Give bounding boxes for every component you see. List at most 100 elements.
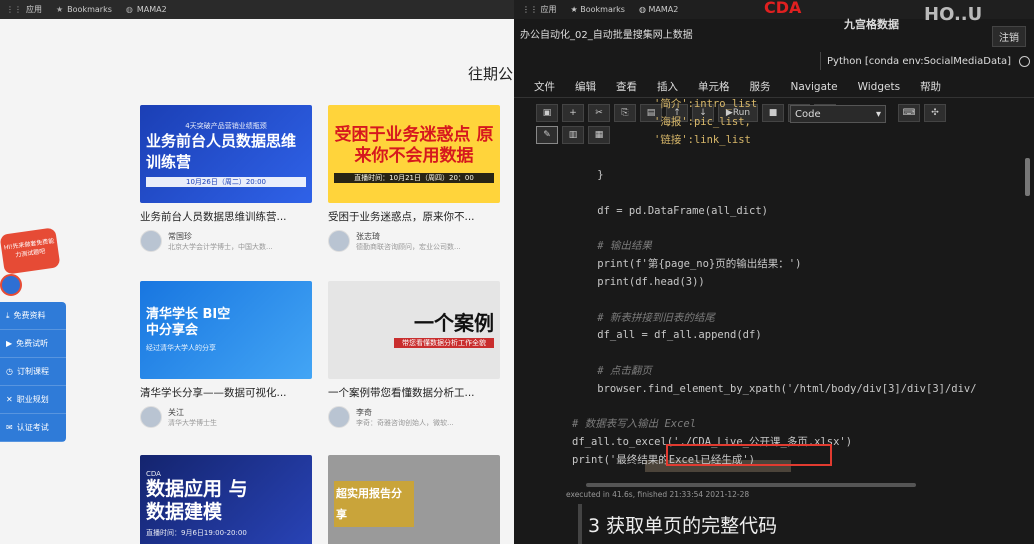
course-poster[interactable]: 清华学长 BI空中分享会 经过清华大学人的分享 bbox=[140, 281, 312, 379]
course-card[interactable]: CDA 数据应用 与数据建模 直播时间：9月6日19:00-20:00 bbox=[140, 455, 312, 544]
logout-button[interactable]: 注销 bbox=[992, 26, 1026, 47]
menu-file[interactable]: 文件 bbox=[534, 79, 555, 94]
author-name: 张志琦 bbox=[356, 231, 380, 241]
course-title[interactable]: 清华学长分享——数据可视化... bbox=[140, 385, 312, 400]
sidebar-label: 免费试听 bbox=[16, 339, 49, 348]
author-name: 常国珍 bbox=[168, 231, 192, 241]
code-line: browser.find_element_by_xpath('/html/bod… bbox=[572, 382, 977, 395]
cda-logo: CDA bbox=[764, 0, 802, 17]
code-line: print(df.head(3)) bbox=[572, 275, 705, 288]
avatar bbox=[328, 230, 350, 252]
star-icon: ★ bbox=[570, 5, 578, 14]
bookmark-label: 应用 bbox=[26, 5, 42, 14]
bookmark-label: Bookmarks bbox=[67, 5, 112, 14]
sidebar-item-free-trial[interactable]: ▶ 免费试听 bbox=[0, 330, 66, 358]
bookmark-label: MAMA2 bbox=[136, 5, 167, 14]
globe-icon: ◍ bbox=[125, 5, 133, 14]
course-poster[interactable]: 一个案例 带您看懂数据分析工作全貌 bbox=[328, 281, 500, 379]
edit-icon[interactable]: ✎ bbox=[536, 126, 558, 144]
float-sidebar: ⤓ 免费资料 ▶ 免费试听 ◷ 订制课程 ✕ 职业规划 ✉ 认证考试 bbox=[0, 302, 66, 442]
promo-icon[interactable] bbox=[0, 274, 22, 296]
sidebar-label: 认证考试 bbox=[16, 423, 49, 432]
menu-edit[interactable]: 编辑 bbox=[575, 79, 596, 94]
code-line: # 点击翻页 bbox=[572, 364, 652, 377]
bookmark-bookmarks[interactable]: ★ Bookmarks bbox=[56, 5, 112, 14]
save-icon[interactable]: ▣ bbox=[536, 104, 558, 122]
course-title[interactable]: 业务前台人员数据思维训练营... bbox=[140, 209, 312, 224]
kernel-status-icon bbox=[1019, 55, 1031, 67]
avatar bbox=[140, 230, 162, 252]
code-line: '链接':link_list bbox=[654, 133, 751, 146]
avatar bbox=[328, 406, 350, 428]
course-author: 张志琦 德勤商联咨询顾问，宏业公司数... bbox=[328, 230, 500, 252]
course-title[interactable]: 受困于业务迷惑点，原来你不... bbox=[328, 209, 500, 224]
author-name: 李奇 bbox=[356, 407, 372, 417]
menu-cell[interactable]: 单元格 bbox=[698, 79, 730, 94]
bookmark-mama2[interactable]: ◍ MAMA2 bbox=[639, 5, 678, 14]
execution-status: executed in 41.6s, finished 21:33:54 202… bbox=[566, 490, 750, 499]
course-card[interactable]: 清华学长 BI空中分享会 经过清华大学人的分享 清华学长分享——数据可视化...… bbox=[140, 281, 312, 428]
section-heading[interactable]: 3 获取单页的完整代码 bbox=[578, 504, 1018, 544]
bookmark-label: 应用 bbox=[540, 5, 557, 14]
sidebar-label: 职业规划 bbox=[16, 395, 49, 404]
menu-navigate[interactable]: Navigate bbox=[791, 81, 838, 93]
bookmark-bookmarks[interactable]: ★ Bookmarks bbox=[571, 5, 625, 14]
bookmarks-bar: ⋮⋮ 应用 ★ Bookmarks ◍ MAMA2 bbox=[0, 0, 514, 19]
test-promo-bubble[interactable]: HI!先来做套免费能力测试题吧 bbox=[0, 227, 61, 275]
chat-icon: ✉ bbox=[6, 423, 13, 432]
course-card[interactable]: 一个案例 带您看懂数据分析工作全貌 一个案例带您看懂数据分析工... 李奇 李奇：… bbox=[328, 281, 500, 428]
author-desc: 李奇：奇雅咨询创始人，微软... bbox=[356, 418, 454, 427]
code-line: } bbox=[572, 169, 604, 182]
horizontal-scrollbar[interactable] bbox=[586, 483, 916, 487]
poster-tagline: 4天突破产品营销业绩瓶颈 bbox=[185, 122, 267, 130]
course-card[interactable]: 4天突破产品营销业绩瓶颈 业务前台人员数据思维训练营 10月26日（周二）20:… bbox=[140, 105, 312, 252]
promo-label: HI!先来做套免费能力测试题吧 bbox=[3, 237, 55, 260]
code-line: '海报':pic_list, bbox=[654, 115, 751, 128]
bookmark-mama2[interactable]: ◍ MAMA2 bbox=[126, 5, 167, 14]
bookmark-apps[interactable]: ⋮⋮ 应用 bbox=[6, 4, 42, 15]
poster-date: 直播时间：9月6日19:00-20:00 bbox=[146, 529, 247, 537]
sidebar-item-certification[interactable]: ✉ 认证考试 bbox=[0, 414, 66, 442]
code-line: # 输出结果 bbox=[572, 240, 652, 253]
vertical-scrollbar[interactable] bbox=[1025, 158, 1030, 196]
menu-bar: 文件 编辑 查看 插入 单元格 服务 Navigate Widgets 帮助 bbox=[514, 76, 1034, 98]
code-line: df_all = df_all.append(df) bbox=[572, 329, 762, 342]
poster-brand: CDA bbox=[146, 470, 161, 478]
menu-insert[interactable]: 插入 bbox=[657, 79, 678, 94]
course-author: 关江 清华大学博士生 bbox=[140, 406, 312, 428]
course-poster[interactable]: 超实用报告分享 bbox=[328, 455, 500, 544]
notebook-title[interactable]: 办公自动化_02_自动批量搜集网上数据 bbox=[520, 26, 693, 41]
course-card[interactable]: 超实用报告分享 bbox=[328, 455, 500, 544]
code-line: '简介':intro_list bbox=[654, 98, 758, 110]
close-icon: ✕ bbox=[6, 395, 13, 404]
avatar bbox=[140, 406, 162, 428]
sidebar-item-career[interactable]: ✕ 职业规划 bbox=[0, 386, 66, 414]
download-icon: ⤓ bbox=[6, 310, 10, 320]
menu-widgets[interactable]: Widgets bbox=[858, 81, 900, 93]
poster-headline: 超实用报告分享 bbox=[334, 481, 414, 527]
apps-icon: ⋮⋮ bbox=[6, 5, 22, 14]
jiugongge-logo: 九宫格数据 bbox=[844, 18, 899, 31]
poster-date: 直播时间：10月21日（周四）20：00 bbox=[334, 173, 494, 183]
poster-headline: 受困于业务迷惑点 原来你不会用数据 bbox=[334, 125, 494, 166]
annotation-box bbox=[666, 444, 832, 466]
star-icon: ★ bbox=[56, 5, 64, 14]
poster-headline: 一个案例 bbox=[414, 310, 494, 335]
menu-view[interactable]: 查看 bbox=[616, 79, 637, 94]
code-cell[interactable]: '简介':intro_list '海报':pic_list, '链接':link_l… bbox=[572, 96, 1022, 470]
author-desc: 北京大学会计学博士，中国大数... bbox=[168, 242, 273, 251]
menu-kernel[interactable]: 服务 bbox=[750, 79, 771, 94]
course-poster[interactable]: CDA 数据应用 与数据建模 直播时间：9月6日19:00-20:00 bbox=[140, 455, 312, 544]
poster-headline: 清华学长 BI空中分享会 bbox=[146, 307, 231, 338]
kernel-indicator: Python [conda env:SocialMediaData] bbox=[820, 52, 1031, 70]
sidebar-item-free-materials[interactable]: ⤓ 免费资料 bbox=[0, 302, 66, 330]
course-title[interactable]: 一个案例带您看懂数据分析工... bbox=[328, 385, 500, 400]
course-poster[interactable]: 4天突破产品营销业绩瓶颈 业务前台人员数据思维训练营 10月26日（周二）20:… bbox=[140, 105, 312, 203]
sidebar-item-custom-course[interactable]: ◷ 订制课程 bbox=[0, 358, 66, 386]
course-card[interactable]: 受困于业务迷惑点 原来你不会用数据 直播时间：10月21日（周四）20：00 受… bbox=[328, 105, 500, 252]
bookmark-apps[interactable]: ⋮⋮ 应用 bbox=[522, 4, 557, 15]
menu-help[interactable]: 帮助 bbox=[920, 79, 941, 94]
poster-date: 10月26日（周二）20:00 bbox=[146, 177, 306, 187]
course-poster[interactable]: 受困于业务迷惑点 原来你不会用数据 直播时间：10月21日（周四）20：00 bbox=[328, 105, 500, 203]
